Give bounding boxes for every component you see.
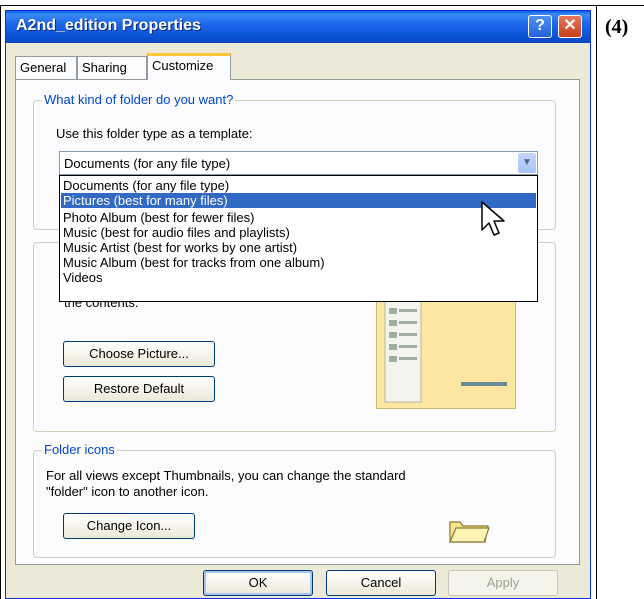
dropdown-option-pictures[interactable]: Pictures (best for many files) bbox=[61, 193, 536, 208]
folder-icons-legend: Folder icons bbox=[42, 442, 117, 457]
document-frame-top bbox=[0, 5, 644, 6]
dropdown-option-music[interactable]: Music (best for audio files and playlist… bbox=[63, 225, 290, 240]
step-label: (4) bbox=[605, 16, 629, 38]
folder-type-legend: What kind of folder do you want? bbox=[42, 92, 236, 107]
window-title: A2nd_edition Properties bbox=[16, 17, 201, 34]
folder-icons-description-line1: For all views except Thumbnails, you can… bbox=[46, 468, 406, 483]
tab-customize[interactable]: Customize bbox=[147, 53, 231, 80]
dropdown-option-music-artist[interactable]: Music Artist (best for works by one arti… bbox=[63, 240, 297, 255]
ok-button[interactable]: OK bbox=[203, 570, 313, 596]
help-icon[interactable]: ? bbox=[528, 15, 552, 38]
properties-dialog: A2nd_edition Properties ? ✕ General Shar… bbox=[5, 10, 591, 599]
dropdown-option-videos[interactable]: Videos bbox=[63, 270, 103, 285]
close-icon[interactable]: ✕ bbox=[558, 15, 582, 38]
dropdown-option-music-album[interactable]: Music Album (best for tracks from one al… bbox=[63, 255, 325, 270]
dropdown-arrow-icon[interactable]: ▼ bbox=[518, 153, 536, 173]
document-frame-divider bbox=[596, 5, 597, 599]
apply-button[interactable]: Apply bbox=[448, 570, 558, 596]
cancel-button[interactable]: Cancel bbox=[326, 570, 436, 596]
cursor-icon bbox=[481, 201, 505, 236]
folder-icons-description-line2: "folder" icon to another icon. bbox=[46, 484, 209, 499]
tab-general[interactable]: General bbox=[15, 56, 77, 79]
document-frame-left bbox=[0, 5, 1, 599]
folder-type-select[interactable]: Documents (for any file type) ▼ bbox=[59, 151, 538, 175]
template-label: Use this folder type as a template: bbox=[56, 126, 253, 141]
change-icon-button[interactable]: Change Icon... bbox=[63, 513, 195, 539]
choose-picture-button[interactable]: Choose Picture... bbox=[63, 341, 215, 367]
folder-type-select-value: Documents (for any file type) bbox=[64, 156, 231, 171]
dropdown-option-documents[interactable]: Documents (for any file type) bbox=[63, 178, 229, 193]
dropdown-option-photo-album[interactable]: Photo Album (best for fewer files) bbox=[63, 210, 254, 225]
tab-sharing[interactable]: Sharing bbox=[77, 56, 147, 79]
folder-type-dropdown-list[interactable]: Documents (for any file type) Pictures (… bbox=[59, 175, 538, 302]
folder-icon bbox=[449, 521, 490, 543]
title-bar[interactable]: A2nd_edition Properties ? ✕ bbox=[6, 11, 590, 43]
restore-default-button[interactable]: Restore Default bbox=[63, 376, 215, 402]
